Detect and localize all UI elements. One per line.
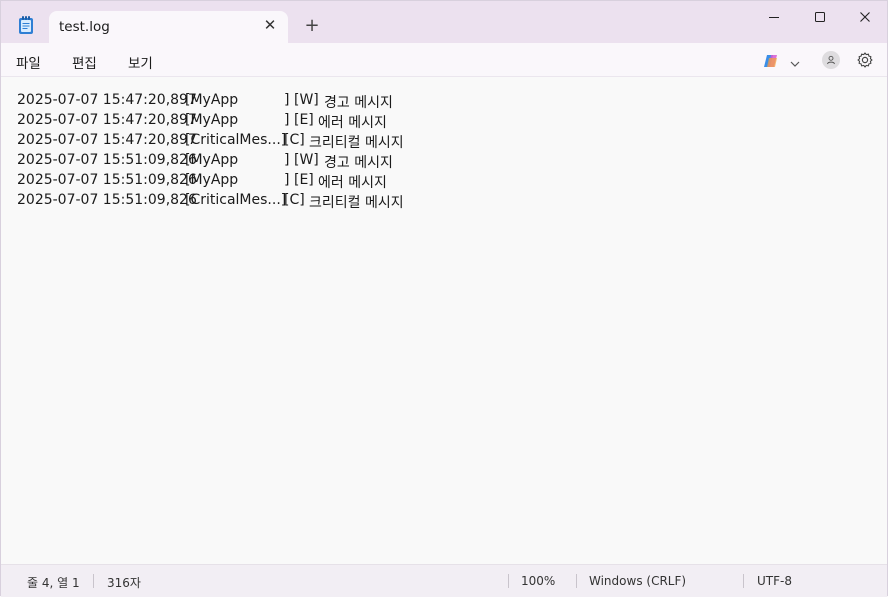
character-count: 316자 xyxy=(107,576,141,590)
status-bar: 줄 4, 열 1 316자 100% Windows (CRLF) UTF-8 xyxy=(1,564,887,597)
log-line: 2025-07-07 15:47:20,897 [MyApp ] [W] 경고 … xyxy=(17,92,393,111)
menu-view[interactable]: 보기 xyxy=(128,52,153,72)
copilot-icon[interactable] xyxy=(763,52,781,70)
close-icon[interactable]: ✕ xyxy=(262,17,278,33)
menu-file[interactable]: 파일 xyxy=(16,52,41,72)
menu-bar: 파일 편집 보기 xyxy=(1,43,887,77)
title-bar: test.log ✕ + xyxy=(1,1,887,43)
cursor-position[interactable]: 줄 4, 열 1 xyxy=(27,574,80,591)
zoom-level[interactable]: 100% xyxy=(521,574,555,588)
minimize-button[interactable] xyxy=(751,1,797,33)
maximize-button[interactable] xyxy=(797,1,843,33)
maximize-icon xyxy=(815,12,825,22)
account-icon[interactable] xyxy=(822,51,840,69)
menu-edit[interactable]: 편집 xyxy=(72,52,97,72)
status-divider xyxy=(576,574,577,588)
log-line: 2025-07-07 15:51:09,826 [CriticalMes...]… xyxy=(17,192,404,211)
minimize-icon xyxy=(769,17,779,18)
encoding[interactable]: UTF-8 xyxy=(757,574,792,588)
log-line: 2025-07-07 15:51:09,826 [MyApp ] [W] 경고 … xyxy=(17,152,393,171)
log-line: 2025-07-07 15:47:20,897 [MyApp ] [E] 에러 … xyxy=(17,112,387,131)
notepad-icon xyxy=(17,15,35,35)
tab-test-log[interactable]: test.log ✕ xyxy=(49,11,288,43)
status-divider xyxy=(743,574,744,588)
close-window-button[interactable] xyxy=(842,1,888,33)
tab-title: test.log xyxy=(59,19,110,35)
gear-icon[interactable] xyxy=(856,51,874,69)
status-divider xyxy=(508,574,509,588)
log-line: 2025-07-07 15:47:20,897 [CriticalMes...]… xyxy=(17,132,404,151)
chevron-down-icon[interactable] xyxy=(789,55,801,67)
plus-icon[interactable]: + xyxy=(302,16,322,36)
notepad-window: test.log ✕ + 파일 편집 보기 2025-07-07 15:47:2… xyxy=(0,0,888,597)
close-icon xyxy=(860,12,870,22)
line-ending[interactable]: Windows (CRLF) xyxy=(589,574,686,588)
text-editor[interactable]: 2025-07-07 15:47:20,897 [MyApp ] [W] 경고 … xyxy=(1,77,887,563)
status-divider xyxy=(93,574,94,588)
log-line: 2025-07-07 15:51:09,826 [MyApp ] [E] 에러 … xyxy=(17,172,387,191)
